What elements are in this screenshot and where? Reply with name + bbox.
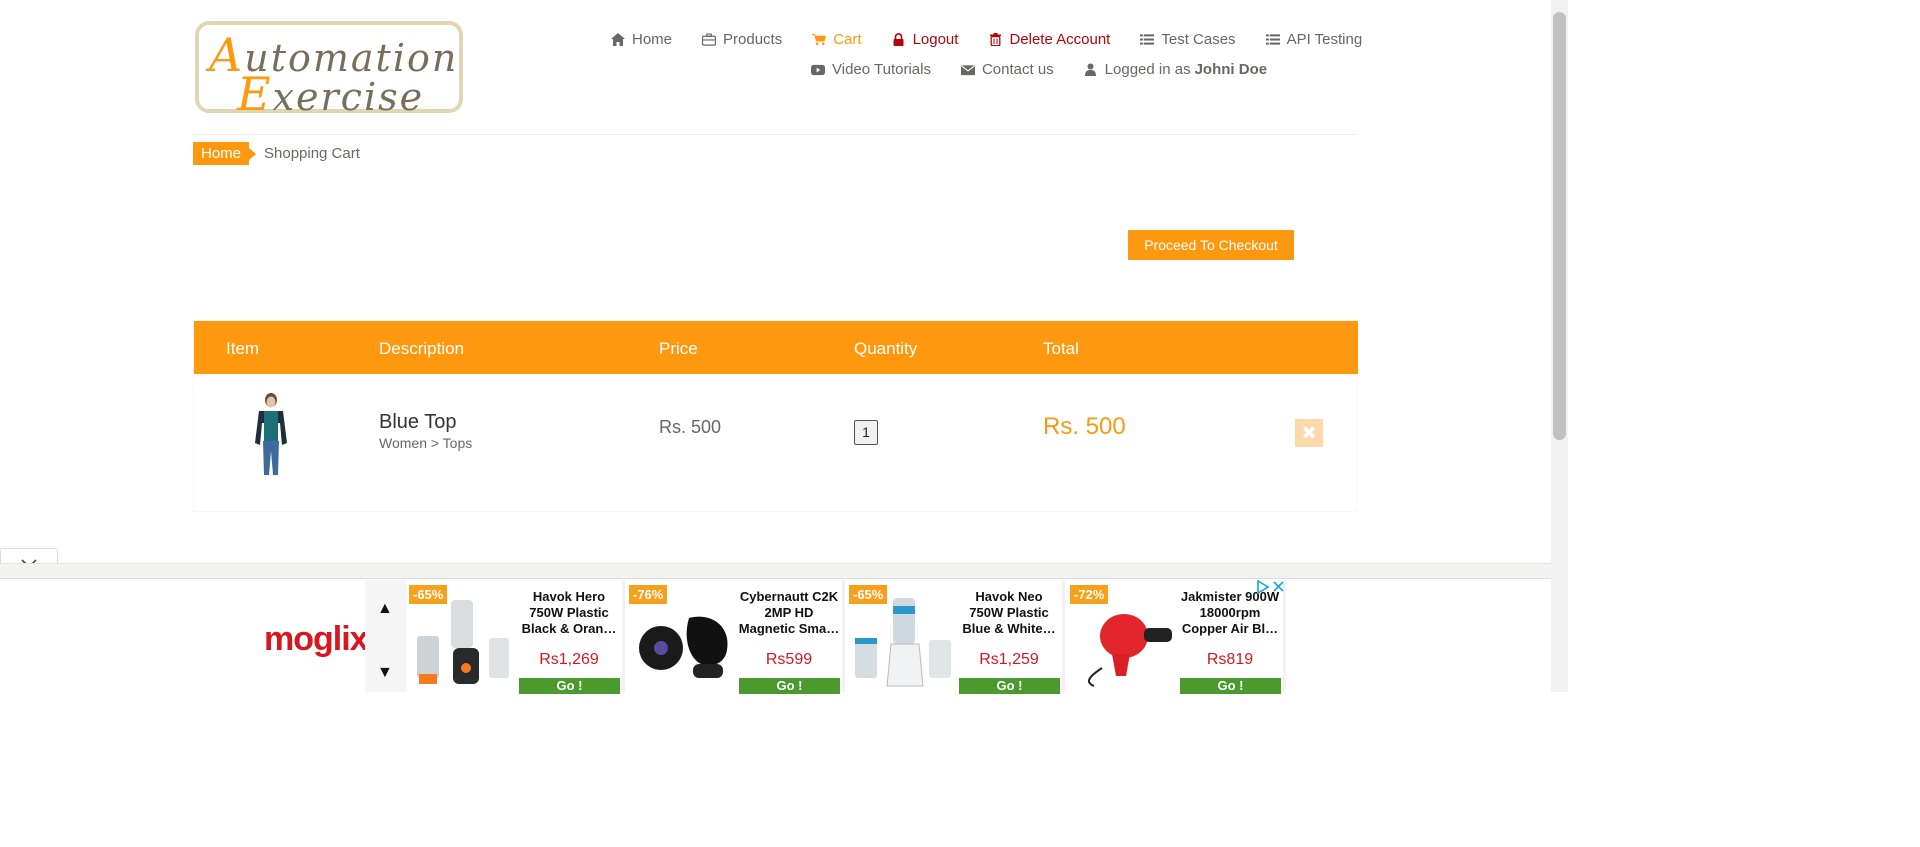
header-item: Item [226, 339, 260, 358]
header-quantity: Quantity [854, 339, 918, 358]
home-icon [611, 33, 625, 47]
close-icon[interactable] [1273, 581, 1284, 592]
air-blower-image [1072, 598, 1176, 688]
proceed-to-checkout-button[interactable]: Proceed To Checkout [1128, 230, 1294, 260]
shopping-cart-icon [812, 33, 827, 47]
logo-line-2: Exercise [237, 67, 425, 121]
ad-price: Rs1,259 [979, 651, 1039, 668]
ad-strip [0, 563, 1551, 579]
close-icon: ✖ [1301, 423, 1317, 443]
ad-card[interactable]: -76% Cybernautt C2K 2MP HD Magnetic Sma…… [627, 580, 845, 694]
nav-products[interactable]: Products [702, 31, 782, 48]
ad-card[interactable]: -72% Jakmister 900W 18000rpm Copper Air … [1068, 580, 1286, 694]
envelope-icon [960, 63, 975, 77]
ad-go-button[interactable]: Go ! [739, 678, 840, 694]
breadcrumb-home[interactable]: Home [193, 142, 257, 165]
arrow-up-icon[interactable]: ▲ [377, 600, 393, 618]
nav-logout-label: Logout [912, 31, 959, 48]
nav-cart-label: Cart [833, 31, 862, 48]
ad-brand-logo[interactable]: moglix [264, 620, 369, 659]
delete-item-button[interactable]: ✖ [1295, 419, 1323, 447]
nav-delete-account[interactable]: Delete Account [988, 31, 1110, 48]
list-icon [1265, 33, 1280, 47]
nav-cart[interactable]: Cart [812, 31, 862, 48]
lock-icon [892, 33, 906, 47]
ad-go-button[interactable]: Go ! [519, 678, 620, 694]
camera-image [631, 598, 735, 688]
logged-in-prefix: Logged in as [1104, 61, 1191, 78]
nav-video-tutorials-label: Video Tutorials [832, 61, 931, 78]
ad-title: Havok Neo 750W Plastic Blue & White… [962, 589, 1056, 636]
ad-card[interactable]: -65% Havok Hero 750W Plastic Black & Ora… [407, 580, 625, 694]
scrollbar-thumb[interactable] [1553, 12, 1566, 440]
header-divider [193, 134, 1357, 135]
list-icon [1140, 33, 1155, 47]
product-quantity: 1 [854, 420, 878, 445]
ad-title: Jakmister 900W 18000rpm Copper Air Bl… [1180, 589, 1280, 636]
nav-contact-us[interactable]: Contact us [960, 61, 1054, 78]
nav-api-testing-label: API Testing [1286, 31, 1363, 48]
ad-choices-icon[interactable] [1257, 579, 1270, 595]
nav-video-tutorials[interactable]: Video Tutorials [811, 61, 931, 78]
ad-scroll-controls: ▲ ▼ [365, 580, 407, 692]
ad-choices-close[interactable] [1255, 579, 1287, 595]
user-icon [1084, 63, 1098, 77]
cart-table-header: Item Description Price Quantity Total [194, 321, 1358, 374]
main-nav: Home Products Cart Logout Delete Account… [611, 31, 1392, 48]
briefcase-icon [702, 33, 717, 47]
cart-table: Item Description Price Quantity Total Bl… [193, 320, 1358, 512]
ad-price: Rs599 [765, 651, 813, 668]
nav-delete-account-label: Delete Account [1009, 31, 1111, 48]
logged-in-username: Johni Doe [1194, 61, 1268, 78]
header-total: Total [1043, 339, 1079, 358]
site-logo[interactable]: Automation Exercise [195, 21, 463, 121]
ad-price: Rs819 [1206, 651, 1254, 668]
ad-title: Havok Hero 750W Plastic Black & Oran… [521, 589, 617, 636]
product-image[interactable] [249, 393, 293, 477]
nav-test-cases[interactable]: Test Cases [1140, 31, 1236, 48]
ad-go-button[interactable]: Go ! [1180, 678, 1281, 694]
page-scrollbar[interactable] [1551, 0, 1568, 692]
nav-logout[interactable]: Logout [892, 31, 959, 48]
mixer-grinder-image [851, 598, 955, 688]
product-total: Rs. 500 [1043, 413, 1126, 440]
youtube-play-icon [811, 63, 825, 77]
secondary-nav: Video Tutorials Contact us Logged in as J… [811, 61, 1297, 78]
nav-logged-in-user: Logged in as Johni Doe [1084, 61, 1267, 78]
nav-products-label: Products [723, 31, 783, 48]
product-category: Women > Tops [379, 435, 473, 451]
product-name[interactable]: Blue Top [379, 411, 456, 434]
arrow-down-icon[interactable]: ▼ [377, 664, 393, 682]
nav-api-testing[interactable]: API Testing [1265, 31, 1363, 48]
ad-price: Rs1,269 [539, 651, 599, 668]
trash-icon [988, 33, 1002, 47]
breadcrumb-current: Shopping Cart [264, 145, 360, 162]
header-description: Description [379, 339, 465, 358]
nav-home-label: Home [632, 31, 673, 48]
nav-home[interactable]: Home [611, 31, 672, 48]
nav-contact-us-label: Contact us [981, 61, 1054, 78]
ad-card[interactable]: -65% Havok Neo 750W Plastic Blue & White… [847, 580, 1065, 694]
nav-test-cases-label: Test Cases [1161, 31, 1236, 48]
product-price: Rs. 500 [659, 417, 722, 437]
ad-go-button[interactable]: Go ! [959, 678, 1060, 694]
mixer-grinder-image [411, 598, 515, 688]
ad-title: Cybernautt C2K 2MP HD Magnetic Sma… [738, 589, 840, 636]
header-price: Price [659, 339, 698, 358]
